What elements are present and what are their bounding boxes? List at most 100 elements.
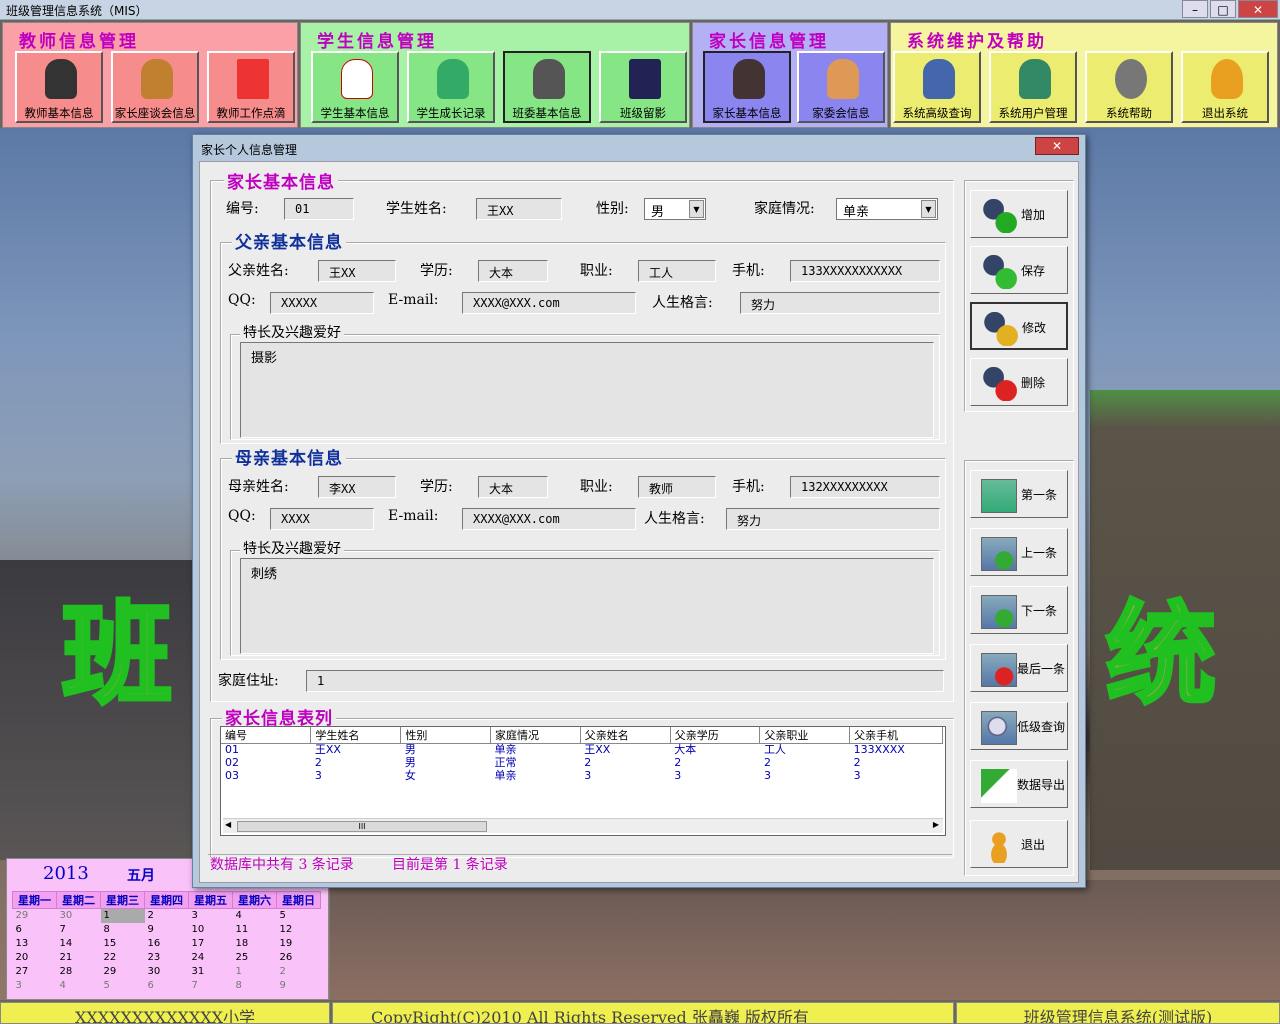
- calendar-day[interactable]: 14: [57, 937, 101, 951]
- address-field[interactable]: 1: [306, 670, 944, 692]
- calendar-day[interactable]: 18: [233, 937, 277, 951]
- advanced-query-button[interactable]: 系统高级查询: [893, 51, 981, 123]
- calendar-day[interactable]: 25: [233, 951, 277, 965]
- student-info-button[interactable]: 学生基本信息: [311, 51, 399, 123]
- calendar-day[interactable]: 6: [13, 923, 57, 937]
- table-row[interactable]: 03 3 女 单亲 3 3 3 3: [221, 770, 943, 783]
- calendar-day[interactable]: 8: [233, 979, 277, 993]
- calendar-day[interactable]: 13: [13, 937, 57, 951]
- minimize-button[interactable]: –: [1182, 0, 1208, 18]
- save-button[interactable]: 保存: [970, 246, 1068, 294]
- calendar-day[interactable]: 1: [233, 965, 277, 979]
- teacher-info-button[interactable]: 教师基本信息: [15, 51, 103, 123]
- calendar-day[interactable]: 27: [13, 965, 57, 979]
- parent-committee-button[interactable]: 家委会信息: [797, 51, 885, 123]
- parent-info-button[interactable]: 家长基本信息: [703, 51, 791, 123]
- calendar-day[interactable]: 2: [145, 909, 189, 923]
- export-button[interactable]: 数据导出: [970, 760, 1068, 808]
- calendar-day[interactable]: 5: [277, 909, 321, 923]
- table-header[interactable]: 编号: [221, 727, 312, 744]
- mother-phone-field[interactable]: 132XXXXXXXXX: [790, 476, 940, 498]
- calendar-day[interactable]: 1: [100, 908, 145, 923]
- calendar-day[interactable]: 11: [233, 923, 277, 937]
- father-email-field[interactable]: XXXX@XXX.com: [462, 292, 636, 314]
- prev-record-button[interactable]: 上一条: [970, 528, 1068, 576]
- calendar-day[interactable]: 20: [13, 951, 57, 965]
- scroll-thumb[interactable]: III: [237, 821, 487, 832]
- last-record-button[interactable]: 最后一条: [970, 644, 1068, 692]
- table-header[interactable]: 父亲职业: [759, 727, 851, 744]
- class-committee-button[interactable]: 班委基本信息: [503, 51, 591, 123]
- id-field[interactable]: 01: [284, 198, 354, 220]
- table-row[interactable]: 01 王XX 男 单亲 王XX 大本 工人 133XXXX: [221, 744, 943, 757]
- scroll-left-icon[interactable]: ◀: [225, 820, 231, 829]
- calendar-day[interactable]: 26: [277, 951, 321, 965]
- calendar-day[interactable]: 24: [189, 951, 233, 965]
- delete-button[interactable]: 删除: [970, 358, 1068, 406]
- calendar-day[interactable]: 5: [101, 979, 145, 993]
- calendar-day[interactable]: 8: [101, 923, 145, 937]
- basic-query-button[interactable]: 低级查询: [970, 702, 1068, 750]
- next-record-button[interactable]: 下一条: [970, 586, 1068, 634]
- calendar-day[interactable]: 23: [145, 951, 189, 965]
- calendar-day[interactable]: 15: [101, 937, 145, 951]
- calendar-day[interactable]: 22: [101, 951, 145, 965]
- father-hobby-field[interactable]: 摄影: [240, 342, 934, 438]
- calendar-day[interactable]: 17: [189, 937, 233, 951]
- calendar-day[interactable]: 21: [57, 951, 101, 965]
- calendar-day[interactable]: 3: [189, 909, 233, 923]
- calendar-day[interactable]: 16: [145, 937, 189, 951]
- calendar-day[interactable]: 4: [233, 909, 277, 923]
- calendar-day[interactable]: 29: [101, 965, 145, 979]
- calendar-day[interactable]: 19: [277, 937, 321, 951]
- calendar-day[interactable]: 31: [189, 965, 233, 979]
- table-header[interactable]: 学生姓名: [310, 727, 402, 744]
- table-hscrollbar[interactable]: ◀ III ▶: [223, 818, 943, 833]
- father-edu-field[interactable]: 大本: [478, 260, 548, 282]
- father-job-field[interactable]: 工人: [638, 260, 716, 282]
- calendar-day[interactable]: 9: [277, 979, 321, 993]
- student-name-field[interactable]: 王XX: [476, 198, 562, 220]
- mother-qq-field[interactable]: XXXX: [270, 508, 374, 530]
- table-row[interactable]: 02 2 男 正常 2 2 2 2: [221, 757, 943, 770]
- father-phone-field[interactable]: 133XXXXXXXXXXX: [790, 260, 940, 282]
- help-button[interactable]: 系统帮助: [1085, 51, 1173, 123]
- table-header[interactable]: 父亲学历: [670, 727, 761, 744]
- exit-dialog-button[interactable]: 退出: [970, 820, 1068, 868]
- mother-edu-field[interactable]: 大本: [478, 476, 548, 498]
- teacher-work-button[interactable]: 教师工作点滴: [207, 51, 295, 123]
- mother-email-field[interactable]: XXXX@XXX.com: [462, 508, 636, 530]
- mother-motto-field[interactable]: 努力: [726, 508, 940, 530]
- parent-table[interactable]: 编号 学生姓名 性别 家庭情况 父亲姓名 父亲学历 父亲职业 父亲手机 01 王XX 男单亲 王XX…: [220, 726, 946, 836]
- calendar-day[interactable]: 7: [189, 979, 233, 993]
- calendar-day[interactable]: 7: [57, 923, 101, 937]
- father-name-field[interactable]: 王XX: [318, 260, 396, 282]
- calendar-day[interactable]: 29: [13, 909, 57, 923]
- student-growth-button[interactable]: 学生成长记录: [407, 51, 495, 123]
- class-photo-button[interactable]: 班级留影: [599, 51, 687, 123]
- table-header[interactable]: 性别: [400, 727, 492, 744]
- calendar-day[interactable]: 30: [145, 965, 189, 979]
- user-manage-button[interactable]: 系统用户管理: [989, 51, 1077, 123]
- calendar-day[interactable]: 3: [13, 979, 57, 993]
- family-select[interactable]: 单亲 ▼: [836, 198, 938, 220]
- add-button[interactable]: 增加: [970, 190, 1068, 238]
- mother-name-field[interactable]: 李XX: [318, 476, 396, 498]
- mother-job-field[interactable]: 教师: [638, 476, 716, 498]
- calendar-day[interactable]: 4: [57, 979, 101, 993]
- calendar-day[interactable]: 28: [57, 965, 101, 979]
- calendar-day[interactable]: 6: [145, 979, 189, 993]
- parent-meeting-button[interactable]: 家长座谈会信息: [111, 51, 199, 123]
- calendar-day[interactable]: 10: [189, 923, 233, 937]
- father-motto-field[interactable]: 努力: [740, 292, 940, 314]
- gender-select[interactable]: 男 ▼: [644, 198, 706, 220]
- mother-hobby-field[interactable]: 刺绣: [240, 558, 934, 654]
- table-header[interactable]: 家庭情况: [490, 727, 581, 744]
- father-qq-field[interactable]: XXXXX: [270, 292, 374, 314]
- exit-system-button[interactable]: 退出系统: [1181, 51, 1269, 123]
- dialog-close-button[interactable]: ✕: [1035, 137, 1079, 155]
- table-header[interactable]: 父亲姓名: [580, 727, 671, 744]
- calendar-day[interactable]: 9: [145, 923, 189, 937]
- calendar-day[interactable]: 12: [277, 923, 321, 937]
- maximize-button[interactable]: □: [1210, 0, 1236, 18]
